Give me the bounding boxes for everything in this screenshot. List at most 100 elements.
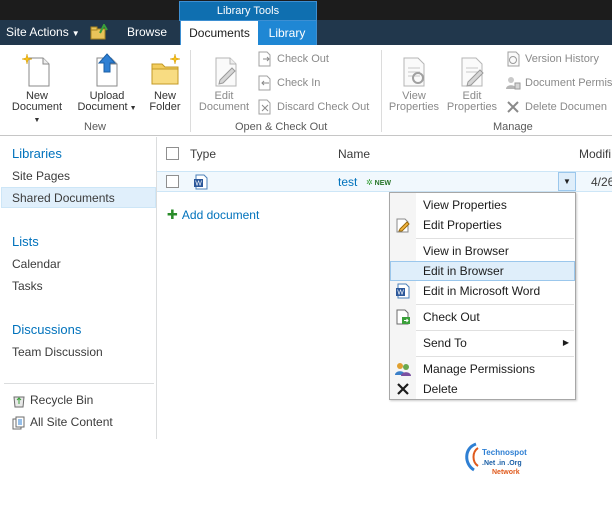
menu-item-label: View in Browser	[423, 244, 509, 258]
discard-check-out-icon	[258, 99, 271, 115]
submenu-arrow-icon: ▶	[562, 338, 569, 347]
menu-separator	[416, 238, 574, 239]
upload-document-icon	[96, 53, 118, 87]
edit-document-label-2: Document	[198, 101, 250, 113]
ql-item-tasks[interactable]: Tasks	[12, 279, 43, 293]
edit-document-icon	[215, 57, 237, 87]
edit-properties-button[interactable]: Edit Properties	[444, 52, 500, 113]
column-header-modified[interactable]: Modifi	[579, 147, 611, 161]
menu-item-view-properties[interactable]: View Properties	[390, 195, 575, 215]
tab-library[interactable]: Library	[258, 21, 317, 45]
menu-item-label: Manage Permissions	[423, 362, 536, 376]
new-folder-button[interactable]: New Folder	[145, 52, 185, 113]
watermark-line-1: Technospot	[482, 448, 527, 457]
ql-heading-libraries[interactable]: Libraries	[12, 146, 62, 161]
view-properties-button[interactable]: View Properties	[386, 52, 442, 113]
technospot-watermark-logo: Technospot .Net .in .Org Network	[462, 442, 542, 484]
new-folder-icon	[151, 53, 181, 85]
ql-divider	[4, 383, 154, 384]
svg-text:W: W	[397, 290, 404, 297]
version-history-icon	[507, 51, 520, 67]
new-document-label-2: Document	[11, 101, 63, 113]
check-out-button[interactable]: Check Out	[257, 51, 329, 67]
edit-properties-label-2: Properties	[446, 101, 498, 113]
check-in-label: Check In	[277, 77, 321, 89]
ql-all-site-content[interactable]: All Site Content	[12, 415, 113, 430]
menu-item-edit-in-word[interactable]: W Edit in Microsoft Word	[390, 281, 575, 301]
ql-item-calendar[interactable]: Calendar	[12, 257, 61, 271]
ribbon-separator	[190, 50, 191, 132]
check-out-label: Check Out	[277, 53, 329, 65]
row-checkbox[interactable]	[166, 175, 179, 188]
menu-item-label: View Properties	[423, 198, 507, 212]
menu-item-label: Edit in Browser	[423, 264, 504, 278]
ql-heading-lists[interactable]: Lists	[12, 234, 39, 249]
new-badge: ✲ NEW	[366, 178, 391, 187]
new-badge-label: NEW	[374, 180, 391, 187]
ql-item-shared-documents[interactable]: Shared Documents	[12, 191, 115, 205]
upload-document-label-2: Document	[77, 101, 128, 113]
tab-documents[interactable]: Documents	[180, 21, 258, 45]
ql-recycle-bin-label: Recycle Bin	[30, 393, 94, 407]
ribbon-separator	[381, 50, 382, 132]
menu-item-delete[interactable]: Delete	[390, 379, 575, 399]
site-actions-menu[interactable]: Site Actions ▼	[6, 25, 80, 39]
new-star-icon: ✲	[366, 178, 373, 187]
menu-item-label: Check Out	[423, 310, 480, 324]
ribbon-group-manage: Manage	[493, 121, 533, 133]
item-menu-dropdown-button[interactable]: ▼	[558, 172, 576, 191]
check-in-icon	[258, 75, 271, 91]
version-history-button[interactable]: Version History	[505, 51, 599, 67]
add-document-link[interactable]: ✚ Add document	[167, 207, 259, 223]
watermark-line-2: .Net .in .Org	[482, 460, 522, 467]
discard-check-out-button[interactable]: Discard Check Out	[257, 99, 369, 115]
word-document-icon: W	[194, 174, 208, 190]
menu-item-label: Send To	[423, 336, 467, 350]
library-tools-context-group: Library Tools	[179, 1, 317, 21]
new-document-button[interactable]: New Document ▼	[8, 52, 66, 126]
column-header-type[interactable]: Type	[190, 147, 216, 161]
modified-date: 4/26/2	[591, 175, 612, 189]
ribbon-group-open-check-out: Open & Check Out	[235, 121, 328, 133]
menu-separator	[416, 330, 574, 331]
site-actions-label: Site Actions	[6, 25, 69, 39]
menu-item-label: Edit in Microsoft Word	[423, 284, 541, 298]
upload-document-button[interactable]: Upload Document ▼	[76, 52, 138, 114]
tab-browse[interactable]: Browse	[127, 25, 167, 39]
ql-recycle-bin[interactable]: Recycle Bin	[12, 393, 93, 408]
delete-icon	[507, 101, 519, 113]
document-permissions-button[interactable]: Document Permis	[505, 75, 612, 91]
check-in-button[interactable]: Check In	[257, 75, 320, 91]
menu-item-view-in-browser[interactable]: View in Browser	[390, 241, 575, 261]
all-site-content-icon	[12, 416, 25, 430]
navigate-up-icon[interactable]	[90, 24, 108, 40]
menu-item-check-out[interactable]: Check Out	[390, 307, 575, 327]
chevron-down-icon: ▼	[71, 29, 80, 38]
technospot-logo: Technospot .Net .in .Org Network	[465, 442, 527, 476]
document-name-link[interactable]: test	[338, 175, 357, 189]
menu-item-manage-permissions[interactable]: Manage Permissions	[390, 359, 575, 379]
column-header-name[interactable]: Name	[338, 147, 370, 161]
ql-item-site-pages[interactable]: Site Pages	[12, 169, 70, 183]
delete-document-button[interactable]: Delete Documen	[505, 99, 607, 115]
watermark-line-3: Network	[492, 469, 520, 476]
menu-item-send-to[interactable]: Send To ▶	[390, 333, 575, 353]
svg-text:W: W	[195, 181, 202, 188]
new-folder-label-2: Folder	[149, 101, 181, 113]
menu-item-edit-in-browser[interactable]: Edit in Browser	[390, 261, 575, 281]
menu-item-edit-properties[interactable]: Edit Properties	[390, 215, 575, 235]
permissions-icon	[506, 77, 521, 90]
ql-all-site-content-label: All Site Content	[30, 415, 113, 429]
version-history-label: Version History	[525, 53, 599, 65]
view-properties-label-2: Properties	[388, 101, 440, 113]
select-all-checkbox[interactable]	[166, 147, 179, 160]
ribbon-group-new: New	[84, 121, 107, 133]
ql-heading-discussions[interactable]: Discussions	[12, 322, 81, 337]
edit-document-button[interactable]: Edit Document	[196, 52, 252, 113]
word-icon: W	[396, 283, 410, 299]
permissions-icon	[395, 363, 411, 376]
delete-document-label: Delete Documen	[525, 101, 607, 113]
check-out-icon	[396, 309, 410, 325]
ql-item-team-discussion[interactable]: Team Discussion	[12, 345, 103, 359]
menu-separator	[416, 356, 574, 357]
